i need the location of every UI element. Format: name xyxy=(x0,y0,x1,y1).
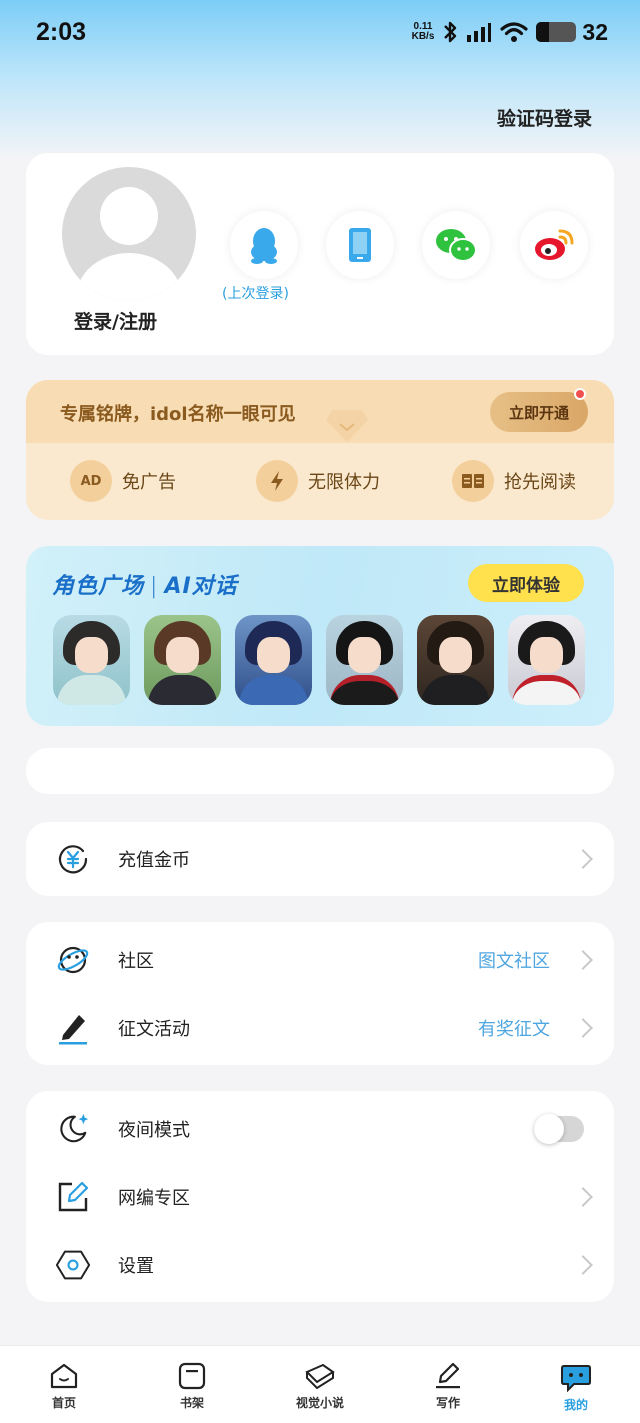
character-avatar[interactable] xyxy=(508,615,585,705)
menu-item-settings[interactable]: 设置 xyxy=(26,1231,614,1299)
character-avatar[interactable] xyxy=(235,615,312,705)
coin-icon xyxy=(56,842,90,876)
wechat-login-button[interactable] xyxy=(422,211,490,279)
edit-icon xyxy=(56,1180,90,1214)
sms-login-link[interactable]: 验证码登录 xyxy=(497,104,592,131)
character-avatar[interactable] xyxy=(326,615,403,705)
signal-icon xyxy=(467,23,492,42)
night-mode-toggle[interactable] xyxy=(534,1114,584,1144)
bluetooth-icon xyxy=(444,21,457,43)
menu-item-contest[interactable]: 征文活动 有奖征文 xyxy=(26,994,614,1062)
role-banner-title: 角色广场 | AI对话 xyxy=(52,574,238,599)
weibo-login-button[interactable] xyxy=(520,211,588,279)
battery-indicator: 32 xyxy=(536,19,608,46)
try-now-button[interactable]: 立即体验 xyxy=(468,564,584,602)
chevron-right-icon xyxy=(573,1255,593,1275)
tab-visual-novel[interactable]: 视觉小说 xyxy=(275,1362,365,1411)
tab-writing[interactable]: 写作 xyxy=(403,1362,493,1411)
vip-title: 专属铭牌，idol名称一眼可见 xyxy=(60,404,296,425)
avatar[interactable] xyxy=(62,167,196,301)
home-icon xyxy=(50,1363,78,1389)
moon-icon xyxy=(56,1112,90,1146)
wechat-icon xyxy=(436,229,477,262)
wifi-icon xyxy=(500,22,529,42)
open-book-icon xyxy=(305,1363,335,1390)
chevron-right-icon xyxy=(573,849,593,869)
menu-item-recharge[interactable]: 充值金币 xyxy=(26,825,614,893)
character-avatar[interactable] xyxy=(53,615,130,705)
status-bar: 2:03 0.11 KB/s 32 xyxy=(0,0,640,64)
status-icons: 0.11 KB/s 32 xyxy=(412,19,608,46)
battery-icon xyxy=(536,22,577,42)
chevron-right-icon xyxy=(573,950,593,970)
menu-item-editor-zone[interactable]: 网编专区 xyxy=(26,1163,614,1231)
vip-feature-unlimited-stamina: 无限体力 xyxy=(256,460,380,502)
menu-group-community: 社区 图文社区 征文活动 有奖征文 xyxy=(26,922,614,1065)
pen-icon xyxy=(56,1011,90,1045)
status-time: 2:03 xyxy=(36,17,87,46)
tab-bookshelf[interactable]: 书架 xyxy=(147,1362,237,1411)
tab-mine[interactable]: 我的 xyxy=(531,1362,621,1413)
role-plaza-banner[interactable]: 角色广场 | AI对话 立即体验 xyxy=(26,546,614,726)
phone-login-button[interactable] xyxy=(326,211,394,279)
vip-feature-no-ads: AD 免广告 xyxy=(70,460,176,502)
menu-group-recharge: 充值金币 xyxy=(26,822,614,896)
vip-card[interactable]: 专属铭牌，idol名称一眼可见 立即开通 AD 免广告 无限体力 抢先阅读 xyxy=(26,380,614,520)
menu-group-settings: 夜间模式 网编专区 设置 xyxy=(26,1091,614,1302)
ad-free-icon: AD xyxy=(70,460,112,502)
login-register-button[interactable]: 登录/注册 xyxy=(74,307,157,334)
planet-icon xyxy=(56,943,90,977)
qq-login-button[interactable] xyxy=(230,211,298,279)
tab-home[interactable]: 首页 xyxy=(19,1362,109,1411)
diamond-icon xyxy=(326,410,368,442)
net-speed: 0.11 KB/s xyxy=(411,21,435,42)
bookshelf-icon xyxy=(178,1362,206,1390)
bottom-tab-bar: 首页 书架 视觉小说 写作 我的 xyxy=(0,1345,640,1423)
vip-activate-button[interactable]: 立即开通 xyxy=(490,392,588,432)
chevron-right-icon xyxy=(573,1187,593,1207)
lightning-icon xyxy=(256,460,298,502)
profile-chat-icon xyxy=(561,1365,591,1392)
phone-icon xyxy=(349,228,371,262)
character-avatar[interactable] xyxy=(417,615,494,705)
weibo-icon xyxy=(535,229,574,260)
hexagon-settings-icon xyxy=(56,1248,90,1282)
book-icon xyxy=(452,460,494,502)
last-login-hint: (上次登录) xyxy=(222,286,289,302)
menu-item-night-mode: 夜间模式 xyxy=(26,1095,614,1163)
menu-item-community[interactable]: 社区 图文社区 xyxy=(26,926,614,994)
qq-icon xyxy=(251,228,277,264)
notification-dot xyxy=(574,388,586,400)
battery-level: 32 xyxy=(582,18,608,45)
character-avatar[interactable] xyxy=(144,615,221,705)
login-card: 登录/注册 (上次登录) xyxy=(26,153,614,355)
vip-feature-early-reading: 抢先阅读 xyxy=(452,460,576,502)
write-icon xyxy=(436,1362,460,1389)
empty-card xyxy=(26,748,614,794)
chevron-right-icon xyxy=(573,1018,593,1038)
